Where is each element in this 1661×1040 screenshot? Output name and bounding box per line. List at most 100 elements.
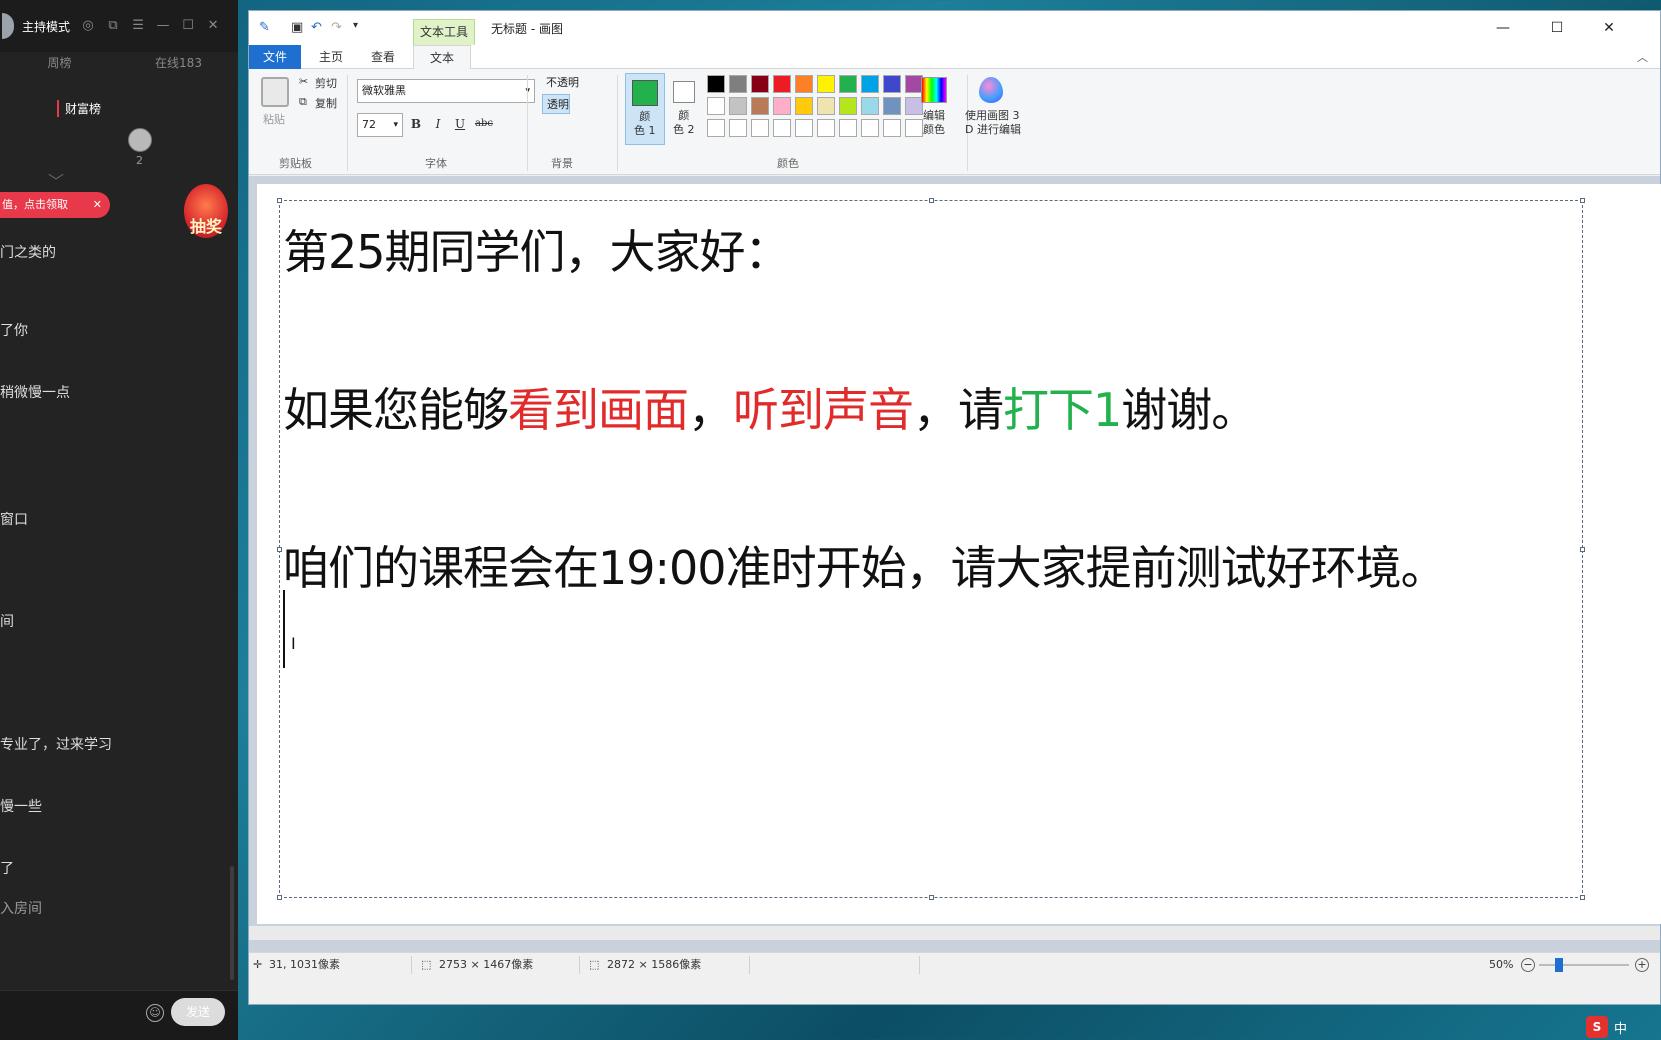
color2-label[interactable]: 颜 色 2 — [673, 109, 695, 137]
palette-swatch[interactable] — [817, 97, 835, 115]
horizontal-scrollbar[interactable] — [249, 926, 1660, 940]
undo-icon[interactable]: ↶ — [311, 20, 322, 35]
host-avatar[interactable] — [2, 13, 14, 39]
maximize-button[interactable]: ☐ — [1539, 17, 1575, 39]
resize-handle[interactable] — [277, 198, 282, 203]
cut-icon[interactable]: ✂ — [299, 75, 308, 88]
palette-swatch[interactable] — [861, 119, 879, 137]
tab-weekly[interactable]: 周榜 — [0, 52, 119, 74]
palette-swatch[interactable] — [729, 119, 747, 137]
underline-button[interactable]: U — [451, 115, 469, 133]
lottery-button[interactable]: 抽奖 — [184, 184, 228, 238]
close-button[interactable]: ✕ — [1591, 17, 1627, 39]
copy-icon[interactable]: ⧉ — [299, 95, 307, 109]
palette-swatch[interactable] — [839, 119, 857, 137]
palette-swatch[interactable] — [861, 75, 879, 93]
palette-swatch[interactable] — [839, 75, 857, 93]
chevron-down-icon[interactable]: ﹀ — [48, 168, 64, 192]
settings-icon[interactable]: ◎ — [81, 19, 95, 33]
paint3d-icon[interactable] — [979, 77, 1003, 103]
palette-swatch[interactable] — [839, 97, 857, 115]
palette-swatch[interactable] — [861, 97, 879, 115]
minimize-button[interactable]: — — [1485, 17, 1521, 39]
palette-swatch[interactable] — [773, 119, 791, 137]
italic-button[interactable]: I — [429, 115, 447, 133]
paste-label[interactable]: 粘贴 — [263, 111, 285, 127]
palette-swatch[interactable] — [751, 97, 769, 115]
copy-button[interactable]: 复制 — [315, 95, 337, 111]
emoji-icon[interactable]: ☺ — [146, 1004, 164, 1022]
popout-icon[interactable]: ⧉ — [106, 19, 120, 33]
tab-home[interactable]: 主页 — [305, 45, 357, 69]
image-size: 2872 × 1586像素 — [607, 958, 702, 971]
palette-swatch[interactable] — [751, 119, 769, 137]
resize-handle[interactable] — [929, 895, 934, 900]
palette-swatch[interactable] — [883, 119, 901, 137]
rich-list-label[interactable]: 财富榜 — [57, 100, 101, 117]
resize-handle[interactable] — [277, 547, 282, 552]
save-icon[interactable]: ▣ — [291, 20, 303, 35]
paint-app-icon[interactable]: ✎ — [259, 20, 270, 35]
bold-button[interactable]: B — [407, 115, 425, 133]
palette-swatch[interactable] — [729, 97, 747, 115]
menu-icon[interactable]: ☰ — [131, 19, 145, 33]
tab-text[interactable]: 文本 — [413, 45, 471, 70]
palette-swatch[interactable] — [707, 75, 725, 93]
palette-swatch[interactable] — [707, 97, 725, 115]
tab-view[interactable]: 查看 — [357, 45, 409, 69]
palette-swatch[interactable] — [795, 119, 813, 137]
system-tray: S 中 — [1586, 1016, 1627, 1038]
palette-swatch[interactable] — [773, 97, 791, 115]
sogou-ime-icon[interactable]: S — [1586, 1016, 1608, 1038]
palette-swatch[interactable] — [795, 97, 813, 115]
palette-swatch[interactable] — [795, 75, 813, 93]
strikethrough-button[interactable]: abc — [471, 115, 497, 133]
redo-icon[interactable]: ↷ — [331, 20, 342, 35]
palette-swatch[interactable] — [817, 75, 835, 93]
clipboard-group-label: 剪贴板 — [279, 157, 312, 170]
close-icon[interactable]: ✕ — [93, 192, 102, 218]
palette-swatch[interactable] — [817, 119, 835, 137]
palette-swatch[interactable] — [883, 75, 901, 93]
zoom-slider-thumb[interactable] — [1555, 958, 1563, 972]
palette-swatch[interactable] — [773, 75, 791, 93]
claim-pill[interactable]: 值，点击领取 ✕ — [0, 192, 110, 218]
send-button[interactable]: 发送 — [171, 998, 225, 1026]
customize-qa-icon[interactable]: ▾ — [353, 20, 358, 31]
ime-mode[interactable]: 中 — [1614, 1018, 1627, 1037]
palette-swatch[interactable] — [729, 75, 747, 93]
minimize-icon[interactable]: — — [156, 19, 170, 33]
zoom-slider[interactable] — [1539, 964, 1629, 966]
font-family-select[interactable]: 微软雅黑▾ — [357, 79, 535, 103]
paint3d-label[interactable]: 使用画图 3 D 进行编辑 — [965, 109, 1021, 137]
rich-list: 财富榜 2 ﹀ — [0, 74, 238, 191]
font-size-select[interactable]: 72 ▾ — [357, 113, 403, 137]
color2-swatch[interactable] — [673, 81, 695, 103]
maximize-icon[interactable]: ☐ — [181, 19, 195, 33]
tab-file[interactable]: 文件 — [249, 45, 301, 69]
user-avatar[interactable] — [128, 128, 152, 152]
resize-handle[interactable] — [1580, 198, 1585, 203]
palette-swatch[interactable] — [905, 119, 923, 137]
resize-handle[interactable] — [929, 198, 934, 203]
resize-handle[interactable] — [1580, 547, 1585, 552]
resize-handle[interactable] — [1580, 895, 1585, 900]
cut-button[interactable]: 剪切 — [315, 75, 337, 91]
edit-colors-icon[interactable] — [921, 77, 947, 103]
transparent-option[interactable]: 透明 — [542, 94, 570, 114]
color1-button[interactable]: 颜 色 1 — [625, 73, 665, 145]
resize-handle[interactable] — [277, 895, 282, 900]
zoom-out-button[interactable]: − — [1521, 958, 1535, 972]
paste-icon[interactable] — [261, 77, 289, 107]
edit-colors-label[interactable]: 编辑 颜色 — [923, 109, 945, 137]
close-icon[interactable]: ✕ — [206, 19, 220, 33]
collapse-ribbon-icon[interactable]: ︿ — [1637, 49, 1648, 65]
chat-scrollbar[interactable] — [230, 866, 234, 980]
opaque-option[interactable]: 不透明 — [542, 73, 579, 93]
palette-swatch[interactable] — [751, 75, 769, 93]
canvas[interactable]: 第25期同学们，大家好： 如果您能够看到画面，听到声音，请打下1谢谢。 咱们的课… — [257, 184, 1661, 924]
palette-swatch[interactable] — [707, 119, 725, 137]
palette-swatch[interactable] — [883, 97, 901, 115]
zoom-in-button[interactable]: + — [1635, 958, 1649, 972]
tab-online[interactable]: 在线183 — [119, 52, 238, 74]
